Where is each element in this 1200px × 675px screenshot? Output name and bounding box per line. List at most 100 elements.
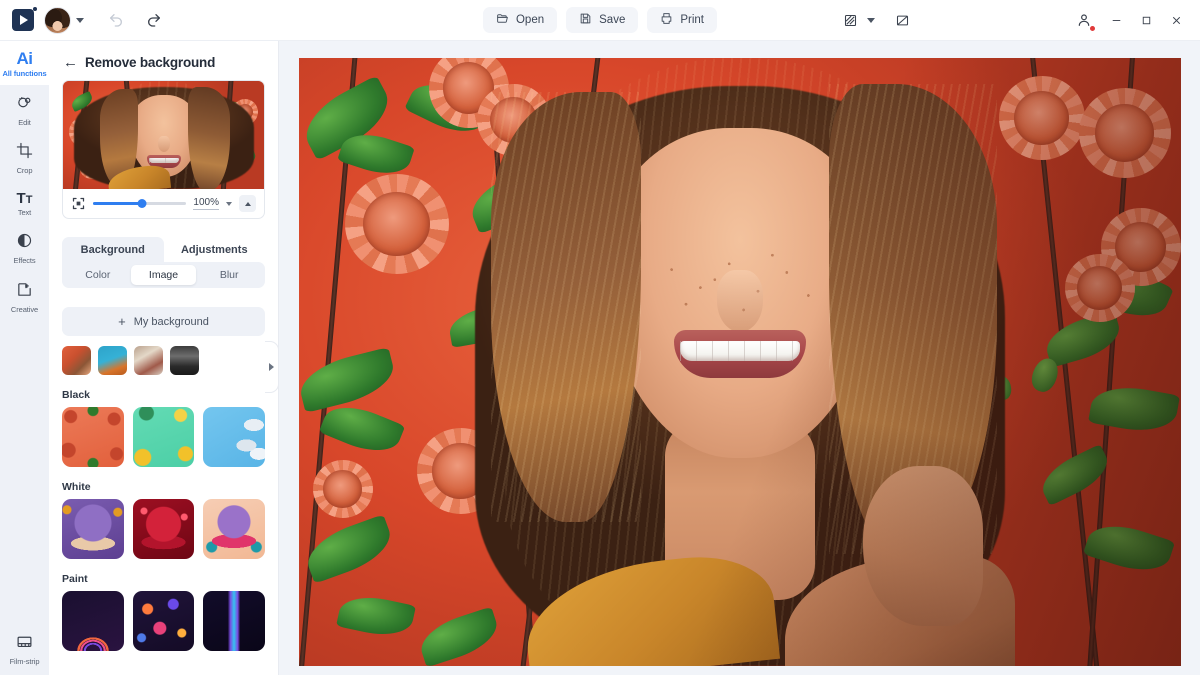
save-button[interactable]: Save [566,7,639,33]
crop-icon [16,142,33,164]
close-icon[interactable] [1162,6,1190,34]
print-button[interactable]: Print [647,7,718,33]
blue-beam-thumb[interactable] [203,591,266,651]
sidebar-item-edit[interactable]: Edit [0,85,49,134]
my-background-button[interactable]: + My background [62,307,265,336]
print-button-label: Print [680,14,705,26]
main-body: Ai All functions Edit Crop TT Text Effec… [0,41,1200,675]
subtab-image[interactable]: Image [130,265,197,285]
user-avatar-menu[interactable] [44,6,84,34]
section-label-black: Black [62,389,91,401]
sidebar-item-label: Text [17,207,32,217]
chevron-down-icon[interactable] [226,201,232,206]
image-canvas[interactable] [279,41,1200,675]
sidebar-item-creative[interactable]: Creative [0,272,49,321]
background-library-scroll[interactable]: Black White Paint [49,336,278,675]
section-label-paint: Paint [62,573,88,585]
redo-icon[interactable] [140,6,168,34]
recent-backgrounds-row [49,336,278,375]
play-logo-icon[interactable] [12,7,37,31]
section-thumbs-white [49,499,278,559]
toolbar-right-group [836,6,1200,34]
compare-split-icon[interactable] [836,6,864,34]
woman-teal-thumb[interactable] [98,346,127,375]
bokeh-lights-thumb[interactable] [132,591,195,651]
left-nav-rail: Ai All functions Edit Crop TT Text Effec… [0,41,49,675]
subtab-blur[interactable]: Blur [196,265,262,285]
top-toolbar: Open Save Print [0,0,1200,41]
zoom-level-value[interactable]: 100% [193,197,219,210]
account-person-icon[interactable] [1070,6,1098,34]
panel-tabs: Background Adjustments [62,237,265,262]
portrait-flowers-thumb[interactable] [62,346,91,375]
floppy-disk-icon [579,12,592,28]
neon-arch-thumb[interactable] [62,591,124,651]
open-button-label: Open [515,14,545,26]
zoom-slider[interactable] [93,197,187,211]
sidebar-item-label: Film-strip [9,656,40,666]
tab-background[interactable]: Background [62,237,164,262]
toolbar-left-group [0,6,168,34]
plus-icon: + [118,314,126,329]
undo-icon[interactable] [102,6,130,34]
panel-collapse-handle[interactable] [265,341,278,393]
app-window: Open Save Print Ai All functions Edit Cr… [0,0,1200,675]
zoom-slider-knob[interactable] [137,199,147,208]
section-label-white: White [62,481,91,493]
chevron-down-icon[interactable] [867,17,875,23]
edit-magic-icon [16,94,33,116]
save-button-label: Save [599,14,626,26]
tool-panel: ← Remove background 100% Background Adju… [49,41,279,675]
film-strip-icon [16,633,33,655]
purple-marigold-podium-thumb[interactable] [62,499,124,559]
sidebar-item-label: Creative [10,304,39,314]
sidebar-item-label: Crop [16,166,33,175]
tab-adjustments[interactable]: Adjustments [164,237,266,262]
ai-icon: Ai [16,49,34,68]
sidebar-item-effects[interactable]: Effects [0,223,49,272]
sidebar-item-all-functions[interactable]: Ai All functions [0,41,49,85]
open-button[interactable]: Open [482,7,558,33]
preview-collapse-button[interactable] [239,195,256,212]
printer-icon [660,12,673,28]
my-background-label: My background [133,315,209,328]
preview-controls: 100% [63,189,264,218]
coral-floral-frame-thumb[interactable] [62,407,124,467]
chevron-down-icon[interactable] [76,17,84,23]
section-thumbs-black [49,407,278,467]
panel-tabs-wrapper: Background Adjustments Color Image Blur [62,237,265,288]
chevron-right-icon [269,363,274,371]
mint-citrus-thumb[interactable] [132,407,195,467]
road-bw-thumb[interactable] [170,346,199,375]
panel-subtabs: Color Image Blur [62,262,265,288]
minimize-icon[interactable] [1102,6,1130,34]
preview-card: 100% [62,80,265,219]
photo-shadow-overlay [298,58,1181,666]
user-avatar[interactable] [44,6,71,34]
view-tools-group [836,6,916,34]
diwali-podium-thumb[interactable] [203,499,266,559]
friends-cheers-thumb[interactable] [134,346,163,375]
fit-to-screen-icon[interactable] [71,196,86,211]
portrait-woman-coral-floral-background[interactable] [298,58,1181,666]
blue-pills-thumb[interactable] [203,407,266,467]
text-icon: TT [16,189,33,207]
hide-overlay-icon[interactable] [888,6,916,34]
back-arrow-icon[interactable]: ← [63,55,78,70]
maximize-icon[interactable] [1132,6,1160,34]
contrast-circle-icon [16,232,33,254]
sidebar-item-label: Effects [13,256,36,265]
sidebar-item-text[interactable]: TT Text [0,182,49,224]
red-podium-thumb[interactable] [132,499,195,559]
preview-thumbnail[interactable] [63,81,264,189]
sidebar-item-label: All functions [2,69,47,78]
creative-sparkle-icon [16,281,33,303]
sidebar-item-crop[interactable]: Crop [0,133,49,182]
notification-dot [1089,25,1096,32]
file-actions-group: Open Save Print [482,7,718,33]
sidebar-item-label: Edit [18,117,31,127]
subtab-color[interactable]: Color [65,265,131,285]
window-controls [1102,6,1190,34]
chevron-up-icon [244,201,251,206]
sidebar-item-film-strip[interactable]: Film-strip [0,624,49,675]
